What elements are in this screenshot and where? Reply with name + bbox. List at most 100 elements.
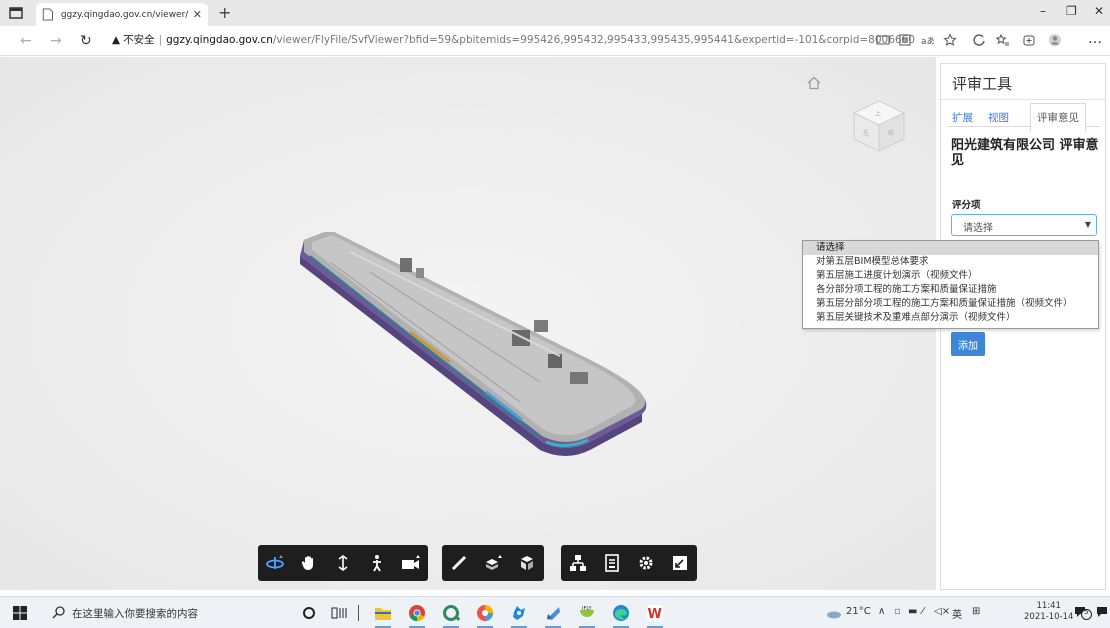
more-menu-icon[interactable]: …: [1088, 31, 1102, 47]
weather-temp[interactable]: 21°C: [846, 606, 871, 617]
score-item-dropdown: 请选择 对第五层BIM模型总体要求 第五层施工进度计划演示（视频文件） 各分部分…: [802, 240, 1099, 329]
dropdown-option[interactable]: 对第五层BIM模型总体要求: [803, 255, 1098, 269]
pet-app-icon[interactable]: [508, 602, 530, 628]
close-icon[interactable]: ✕: [193, 8, 202, 21]
browser-tab[interactable]: ggzy.qingdao.gov.cn/viewer/FlyF ✕: [36, 3, 208, 26]
settings-toolbar: [561, 545, 697, 581]
wifi-icon[interactable]: ⁄: [922, 606, 924, 617]
clock-date: 2021-10-14: [1024, 612, 1074, 622]
minimize-icon[interactable]: –: [1040, 4, 1046, 18]
notification-badge[interactable]: 5: [1074, 605, 1092, 621]
walk-icon[interactable]: [366, 552, 388, 574]
browser-360-icon[interactable]: [440, 602, 462, 628]
svg-text:前: 前: [888, 129, 894, 137]
forward-icon[interactable]: →: [50, 33, 62, 49]
dropdown-option[interactable]: 第五层施工进度计划演示（视频文件）: [803, 269, 1098, 283]
colorful-app-icon[interactable]: [474, 602, 496, 628]
ifly-input-icon[interactable]: IFLY: [576, 602, 598, 628]
dropdown-option[interactable]: 各分部分项工程的施工方案和质量保证措施: [803, 283, 1098, 297]
score-item-select[interactable]: 请选择 ▼: [951, 214, 1097, 236]
company-heading: 阳光建筑有限公司 评审意见: [951, 138, 1099, 168]
bim-viewer[interactable]: 上 左 前: [0, 57, 936, 590]
immersive-reader-icon[interactable]: [898, 33, 912, 47]
collections-icon[interactable]: [1022, 33, 1036, 47]
clock-time: 11:41: [1036, 601, 1061, 611]
cortana-icon[interactable]: [298, 602, 320, 624]
svg-text:aあ: aあ: [921, 36, 934, 47]
chevron-down-icon: ▼: [1084, 220, 1091, 229]
action-center-icon[interactable]: [1096, 606, 1108, 618]
search-icon[interactable]: [52, 605, 66, 619]
svg-text:上: 上: [875, 110, 881, 118]
svg-text:W: W: [648, 607, 662, 622]
windows-taskbar: 在这里输入你要搜索的内容 IFLY W 21°C ∧ ▫ ▬ ⁄ ◁× 英 ⊞ …: [0, 596, 1110, 628]
dropdown-option[interactable]: 请选择: [803, 241, 1098, 255]
weather-icon[interactable]: [826, 606, 842, 620]
task-view-icon[interactable]: [328, 602, 350, 624]
window-close-icon[interactable]: ✕: [1094, 4, 1104, 18]
browser-toolbar: ← → ↻ ▲ 不安全 | ggzy.qingdao.gov.cn/viewer/Fl…: [0, 26, 1110, 56]
reader-view-icon[interactable]: [876, 33, 890, 47]
tab-review-opinion[interactable]: 评审意见: [1030, 103, 1086, 132]
profile-avatar[interactable]: [1048, 33, 1062, 47]
dropdown-option[interactable]: 第五层关键技术及重难点部分演示（视频文件）: [803, 311, 1098, 325]
select-value: 请选择: [963, 223, 993, 234]
browser-tab-strip: ggzy.qingdao.gov.cn/viewer/FlyF ✕ + – ❐ …: [0, 0, 1110, 26]
explode-icon[interactable]: [516, 552, 538, 574]
favorites-icon[interactable]: [996, 33, 1010, 47]
media-app-icon[interactable]: [542, 602, 564, 628]
new-tab-icon[interactable]: +: [218, 3, 231, 22]
taskbar-search-input[interactable]: 在这里输入你要搜索的内容: [72, 606, 198, 621]
svg-text:左: 左: [863, 129, 869, 137]
read-aloud-icon[interactable]: aあ: [920, 33, 934, 47]
edge-icon[interactable]: [610, 602, 632, 628]
network-app-icon[interactable]: ▫: [894, 606, 901, 617]
view-cube[interactable]: 上 左 前: [848, 95, 910, 157]
measure-icon[interactable]: [448, 552, 470, 574]
warning-icon: ▲: [112, 34, 121, 46]
camera-icon[interactable]: [400, 552, 422, 574]
address-bar[interactable]: ▲ 不安全 | ggzy.qingdao.gov.cn/viewer/FlyFile/…: [112, 32, 915, 47]
page-icon: [42, 8, 54, 21]
wps-icon[interactable]: W: [644, 602, 666, 628]
settings-icon[interactable]: [635, 552, 657, 574]
panel-title: 评审工具: [952, 75, 1013, 93]
windows-start-icon[interactable]: [13, 606, 27, 620]
properties-icon[interactable]: [601, 552, 623, 574]
refresh-icon[interactable]: ↻: [80, 33, 92, 49]
battery-icon[interactable]: ▬: [908, 606, 917, 617]
url-path: /viewer/FlyFile/SvfViewer?bfid=59&pbitem…: [272, 34, 915, 46]
ime-language[interactable]: 英: [952, 606, 962, 621]
score-item-label: 评分项: [952, 200, 981, 211]
favorite-add-icon[interactable]: [943, 33, 957, 47]
dropdown-option[interactable]: 第五层分部分项工程的施工方案和质量保证措施（视频文件）: [803, 297, 1098, 311]
url-host: ggzy.qingdao.gov.cn: [166, 34, 273, 46]
model-tree-icon[interactable]: [567, 552, 589, 574]
maximize-icon[interactable]: ❐: [1066, 4, 1077, 18]
sync-icon[interactable]: [972, 33, 986, 47]
notification-count: 5: [1084, 608, 1089, 616]
tab-view[interactable]: 视图: [988, 110, 1009, 125]
home-icon[interactable]: [806, 75, 822, 91]
file-explorer-icon[interactable]: [372, 602, 394, 628]
volume-icon[interactable]: ◁×: [934, 606, 950, 617]
ime-mode-icon[interactable]: ⊞: [972, 606, 980, 617]
svg-text:IFLY: IFLY: [582, 606, 592, 612]
chevron-up-icon[interactable]: ∧: [878, 606, 885, 617]
orbit-icon[interactable]: [264, 552, 286, 574]
pan-icon[interactable]: [298, 552, 320, 574]
analysis-toolbar: [442, 545, 544, 581]
taskbar-divider: [358, 605, 359, 621]
window-menu-icon[interactable]: [8, 5, 24, 21]
tab-title: ggzy.qingdao.gov.cn/viewer/FlyF: [60, 9, 189, 20]
system-clock[interactable]: 11:41 2021-10-14: [1024, 601, 1073, 623]
section-icon[interactable]: [482, 552, 504, 574]
chrome-icon[interactable]: [406, 602, 428, 628]
back-icon[interactable]: ←: [20, 33, 32, 49]
zoom-icon[interactable]: [332, 552, 354, 574]
add-button[interactable]: 添加: [951, 332, 985, 356]
building-model[interactable]: [290, 232, 680, 462]
fullscreen-icon[interactable]: [669, 552, 691, 574]
tab-extend[interactable]: 扩展: [952, 110, 973, 125]
security-label: 不安全: [123, 34, 155, 46]
